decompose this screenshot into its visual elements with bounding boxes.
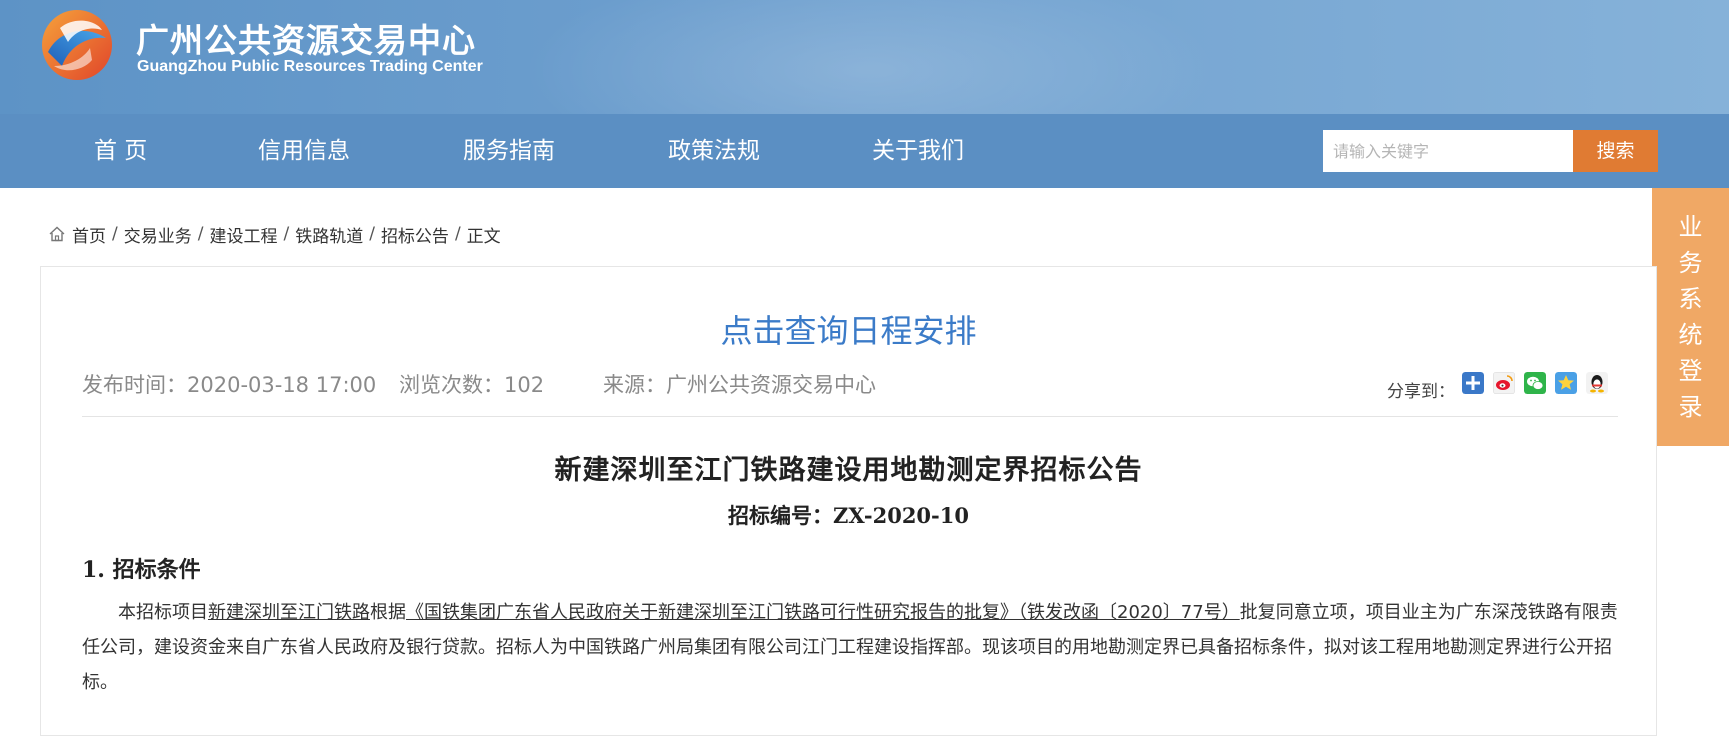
- header-decoration: [520, 0, 1220, 114]
- weibo-icon[interactable]: [1493, 372, 1515, 394]
- breadcrumb-separator: /: [454, 224, 461, 244]
- side-tab-char: 登: [1678, 357, 1703, 385]
- tender-number: 招标编号：ZX-2020-10: [728, 503, 969, 528]
- home-icon: [49, 226, 65, 242]
- search-button[interactable]: 搜索: [1573, 130, 1658, 172]
- nav-service-guide[interactable]: 服务指南: [463, 114, 555, 188]
- publish-time: 发布时间：2020-03-18 17:00: [82, 373, 377, 397]
- breadcrumb-tender-notice[interactable]: 招标公告: [381, 222, 449, 247]
- nav-home[interactable]: 首 页: [94, 114, 147, 188]
- project-name: 新建深圳至江门铁路: [208, 602, 370, 623]
- nav-credit-info[interactable]: 信用信息: [258, 114, 350, 188]
- side-tab-char: 业: [1678, 213, 1703, 241]
- breadcrumb-railway[interactable]: 铁路轨道: [295, 222, 363, 247]
- breadcrumb-separator: /: [112, 224, 118, 244]
- breadcrumb-separator: /: [369, 224, 375, 244]
- wechat-icon[interactable]: [1524, 372, 1546, 394]
- share-label: 分享到：: [1387, 382, 1455, 402]
- site-header: 广州公共资源交易中心 GuangZhou Public Resources Tr…: [0, 0, 1729, 114]
- breadcrumb-construction[interactable]: 建设工程: [209, 222, 277, 247]
- site-logo-icon[interactable]: [40, 8, 114, 82]
- approval-document-reference: 《国铁集团广东省人民政府关于新建深圳至江门铁路可行性研究报告的批复》（铁发改函〔…: [406, 602, 1240, 623]
- document-title: 新建深圳至江门铁路建设用地勘测定界招标公告: [554, 455, 1143, 486]
- view-count: 浏览次数：102: [399, 373, 545, 397]
- plus-share-icon[interactable]: [1462, 372, 1484, 394]
- side-tab-char: 务: [1678, 249, 1703, 277]
- nav-policy[interactable]: 政策法规: [668, 114, 760, 188]
- search-input[interactable]: [1323, 130, 1573, 172]
- tender-conditions-paragraph: 本招标项目新建深圳至江门铁路根据《国铁集团广东省人民政府关于新建深圳至江门铁路可…: [82, 595, 1622, 700]
- breadcrumb-separator: /: [197, 224, 204, 244]
- breadcrumb-separator: /: [283, 224, 290, 244]
- meta-divider: [82, 416, 1618, 417]
- paragraph-text: 本招标项目: [118, 602, 208, 623]
- section-heading: 1. 招标条件: [82, 557, 201, 583]
- side-tab-char: 录: [1678, 393, 1703, 421]
- breadcrumb-trading[interactable]: 交易业务: [124, 222, 192, 247]
- breadcrumb-home[interactable]: 首页: [72, 222, 106, 247]
- breadcrumb-current: 正文: [466, 226, 501, 247]
- qzone-icon[interactable]: [1555, 372, 1577, 394]
- schedule-query-link[interactable]: 点击查询日程安排: [0, 306, 1697, 352]
- site-title: 广州公共资源交易中心: [136, 21, 476, 60]
- site-subtitle: GuangZhou Public Resources Trading Cente…: [137, 58, 483, 75]
- nav-about-us[interactable]: 关于我们: [872, 114, 964, 188]
- article-source: 来源：广州公共资源交易中心: [603, 373, 876, 397]
- qq-icon[interactable]: [1586, 372, 1608, 394]
- breadcrumb: 首页 / 交易业务 / 建设工程 / 铁路轨道 / 招标公告 / 正文: [48, 222, 501, 247]
- paragraph-text: 根据: [370, 602, 406, 623]
